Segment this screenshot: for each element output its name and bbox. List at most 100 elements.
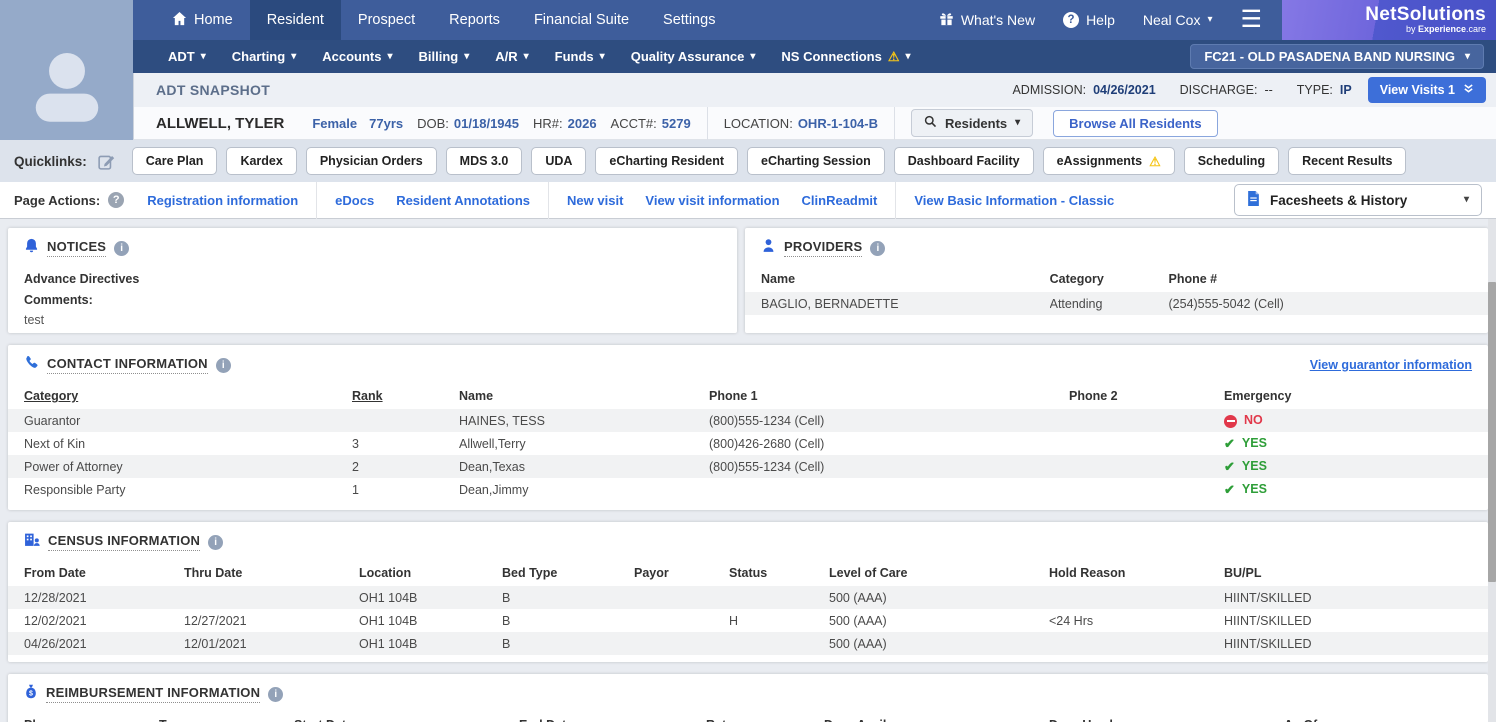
action-new-visit[interactable]: New visit: [567, 193, 623, 208]
whats-new-link[interactable]: What's New: [939, 11, 1035, 29]
edit-quicklinks-icon[interactable]: [98, 153, 115, 170]
quicklink-recent-results[interactable]: Recent Results: [1288, 147, 1407, 175]
nav-prospect[interactable]: Prospect: [341, 0, 432, 40]
module-billing[interactable]: Billing ▾: [406, 49, 483, 64]
column-header: BU/PL: [1224, 566, 1262, 580]
nav-financial-suite[interactable]: Financial Suite: [517, 0, 646, 40]
module-funds[interactable]: Funds ▾: [542, 49, 618, 64]
info-icon[interactable]: i: [114, 240, 130, 256]
module-adt[interactable]: ADT ▾: [155, 49, 219, 64]
acct-label: ACCT#:: [610, 115, 657, 131]
browse-all-residents-button[interactable]: Browse All Residents: [1053, 109, 1218, 137]
quicklink-echarting-session[interactable]: eCharting Session: [747, 147, 885, 175]
vertical-scrollbar-thumb[interactable]: [1488, 282, 1496, 582]
module-accounts[interactable]: Accounts ▾: [309, 49, 405, 64]
quicklink-scheduling[interactable]: Scheduling: [1183, 147, 1280, 175]
action-view-basic-information-classic[interactable]: View Basic Information - Classic: [914, 193, 1114, 208]
table-header-row: From Date Thru Date Location Bed Type Payor S…: [8, 560, 1488, 586]
facesheets-history-dropdown[interactable]: Facesheets & History ▾: [1234, 184, 1482, 216]
hr-value: 2026: [567, 115, 597, 131]
brand-byline: by Experience.care: [1405, 24, 1486, 35]
quicklink-mds-3-0[interactable]: MDS 3.0: [445, 147, 523, 175]
quicklink-uda[interactable]: UDA: [531, 147, 587, 175]
action-view-visit-information[interactable]: View visit information: [645, 193, 779, 208]
user-menu[interactable]: Neal Cox ▾: [1143, 12, 1213, 28]
quicklink-care-plan[interactable]: Care Plan: [131, 147, 218, 175]
table-cell: [634, 586, 729, 609]
table-cell: BAGLIO, BERNADETTE: [761, 296, 899, 311]
facility-selector[interactable]: FC21 - OLD PASADENA BAND NURSING ▾: [1190, 44, 1484, 69]
page-title: ADT SNAPSHOT: [156, 82, 271, 98]
whats-new-label: What's New: [960, 12, 1036, 28]
nav-resident-label: Resident: [266, 12, 324, 28]
notices-panel: NOTICES i Advance Directives Comments: t…: [8, 228, 737, 333]
module-ar[interactable]: A/R ▾: [482, 49, 541, 64]
info-icon[interactable]: i: [215, 357, 231, 373]
table-cell: [1069, 409, 1224, 432]
table-cell: OH1 104B: [359, 590, 418, 605]
info-icon[interactable]: i: [268, 686, 284, 702]
module-charting[interactable]: Charting ▾: [219, 49, 309, 64]
document-icon: [1247, 191, 1260, 209]
column-header: From Date: [24, 566, 86, 580]
brand-logo: NetSolutions by Experience.care: [1282, 0, 1496, 40]
quicklink-kardex[interactable]: Kardex: [226, 147, 297, 175]
column-header[interactable]: Rank: [352, 383, 459, 409]
notices-title: NOTICES: [47, 239, 107, 257]
patient-sex: Female: [312, 115, 358, 131]
quicklink-eassignments[interactable]: eAssignments ⚠: [1042, 147, 1175, 175]
action-registration-information[interactable]: Registration information: [147, 193, 298, 208]
action-resident-annotations[interactable]: Resident Annotations: [396, 193, 530, 208]
info-icon[interactable]: i: [208, 534, 224, 550]
chevron-down-icon: ▾: [1015, 117, 1021, 128]
action-edocs[interactable]: eDocs: [335, 193, 374, 208]
help-link[interactable]: ? Help: [1063, 12, 1115, 28]
module-ns-connections[interactable]: NS Connections ⚠ ▾: [768, 49, 923, 64]
chevron-down-icon: ▾: [387, 50, 393, 62]
chevron-down-icon: ▾: [200, 50, 206, 62]
table-cell: Allwell,Terry: [459, 436, 526, 451]
view-visits-button[interactable]: View Visits 1: [1367, 77, 1486, 103]
chevron-down-icon: ▾: [905, 50, 911, 62]
home-icon: [172, 11, 187, 30]
table-cell: [729, 586, 829, 609]
table-cell: (800)426-2680 (Cell): [709, 436, 825, 451]
nav-reports[interactable]: Reports: [432, 0, 517, 40]
divider: [895, 181, 897, 219]
quicklink-echarting-resident[interactable]: eCharting Resident: [595, 147, 739, 175]
bell-icon: [24, 238, 39, 258]
table-header-row: PlanTypeStart DateEnd DateRateDays Avail…: [8, 712, 1488, 722]
quicklink-dashboard-facility[interactable]: Dashboard Facility: [893, 147, 1034, 175]
residents-search-button[interactable]: Residents ▾: [911, 109, 1034, 137]
module-funds-label: Funds: [554, 49, 594, 64]
column-header: Phone 1: [709, 389, 758, 403]
view-guarantor-information-link[interactable]: View guarantor information: [1310, 358, 1472, 372]
column-header: Status: [729, 566, 768, 580]
resident-photo-placeholder[interactable]: [0, 0, 133, 140]
table-cell: 500 (AAA): [829, 613, 887, 628]
quicklink-physician-orders[interactable]: Physician Orders: [305, 147, 437, 175]
nav-settings[interactable]: Settings: [646, 0, 732, 40]
nav-home[interactable]: Home: [155, 0, 250, 40]
action-clinreadmit[interactable]: ClinReadmit: [802, 193, 878, 208]
module-quality-assurance[interactable]: Quality Assurance ▾: [618, 49, 769, 64]
snapshot-bar: ADT SNAPSHOT ADMISSION: 04/26/2021 DISCH…: [133, 73, 1496, 107]
column-header[interactable]: Category: [8, 383, 352, 409]
table-cell: YES: [1224, 432, 1488, 455]
vertical-scrollbar-track[interactable]: [1488, 219, 1496, 722]
table-cell: HIINT/SKILLED: [1224, 590, 1312, 605]
type-label: TYPE:: [1296, 83, 1333, 97]
table-cell: B: [502, 590, 511, 605]
column-header: Name: [761, 272, 796, 286]
comments-value: test: [24, 313, 45, 327]
help-icon[interactable]: ?: [108, 192, 125, 208]
check-icon: [1224, 482, 1235, 498]
eassignments-label: eAssignments: [1056, 154, 1143, 168]
menu-icon[interactable]: ☰: [1240, 8, 1262, 32]
table-cell: 2: [352, 459, 359, 474]
info-icon[interactable]: i: [870, 240, 886, 256]
column-header: Days Avail: [824, 712, 1049, 722]
table-cell: 12/27/2021: [184, 613, 247, 628]
chevron-down-icon: ▾: [291, 50, 297, 62]
nav-resident[interactable]: Resident: [249, 0, 341, 40]
